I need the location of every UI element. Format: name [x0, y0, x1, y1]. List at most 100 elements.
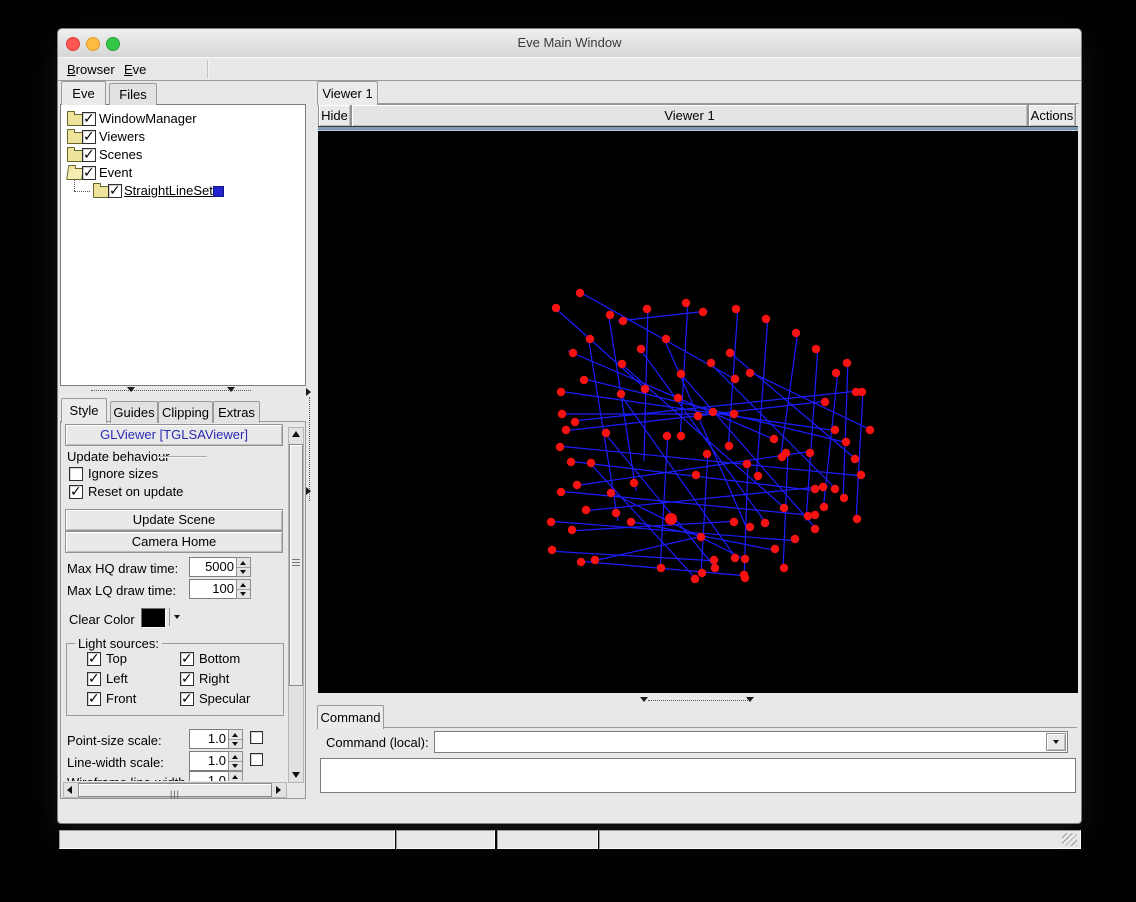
light-left-checkbox[interactable] — [87, 672, 101, 686]
line-width-spinner[interactable] — [228, 751, 243, 771]
folder-icon — [67, 150, 83, 162]
tree-checkbox[interactable] — [82, 130, 96, 144]
splitter-arrow-icon[interactable] — [127, 387, 135, 392]
max-hq-spinner[interactable] — [236, 557, 251, 577]
line-width-label: Line-width scale: — [67, 755, 164, 770]
spin-down-icon[interactable] — [229, 739, 242, 748]
tree-item-label[interactable]: Viewers — [99, 129, 145, 144]
reset-on-update-checkbox[interactable] — [69, 485, 83, 499]
scrollbar-thumb[interactable]: ||| — [78, 783, 272, 797]
light-top-checkbox[interactable] — [87, 652, 101, 666]
tab-command[interactable]: Command — [317, 705, 384, 729]
scroll-left-icon[interactable] — [67, 786, 72, 794]
wireframe-field[interactable]: 1.0 — [189, 771, 229, 781]
splitter-arrow-icon[interactable] — [227, 387, 235, 392]
camera-home-button[interactable]: Camera Home — [65, 531, 283, 553]
status-cell — [497, 830, 598, 849]
clear-color-swatch[interactable] — [141, 608, 166, 628]
line-width-field[interactable]: 1.0 — [189, 751, 229, 771]
max-hq-field[interactable]: 5000 — [189, 557, 237, 577]
tree-item-label[interactable]: WindowManager — [99, 111, 197, 126]
max-lq-spinner[interactable] — [236, 579, 251, 599]
max-lq-label: Max LQ draw time: — [67, 583, 176, 598]
tab-guides[interactable]: Guides — [110, 401, 158, 423]
tree-row-event[interactable]: Event — [61, 163, 305, 181]
menu-browser[interactable]: Browser — [63, 61, 119, 78]
tree-item-label[interactable]: Scenes — [99, 147, 142, 162]
actions-button[interactable]: Actions — [1028, 104, 1076, 127]
tree-item-label-selected[interactable]: StraightLineSet — [124, 183, 213, 198]
tab-extras[interactable]: Extras — [213, 401, 260, 423]
tree-row-viewers[interactable]: Viewers — [61, 127, 305, 145]
max-lq-field[interactable]: 100 — [189, 579, 237, 599]
divider — [317, 727, 1077, 728]
tree-row-scenes[interactable]: Scenes — [61, 145, 305, 163]
scroll-right-icon[interactable] — [276, 786, 281, 794]
clear-color-dropdown[interactable] — [169, 608, 184, 626]
spin-down-icon[interactable] — [237, 589, 250, 598]
splitter-arrow-icon[interactable] — [306, 487, 311, 495]
command-input[interactable] — [434, 731, 1068, 753]
divider — [157, 456, 207, 458]
tree-row-straightlineset[interactable]: StraightLineSet — [61, 181, 305, 199]
tree-checkbox[interactable] — [82, 166, 96, 180]
color-chip[interactable] — [213, 186, 224, 197]
light-specular-checkbox[interactable] — [180, 692, 194, 706]
tab-eve[interactable]: Eve — [61, 81, 106, 105]
scrollbar-thumb[interactable] — [289, 444, 303, 686]
light-right-checkbox[interactable] — [180, 672, 194, 686]
folder-icon — [67, 132, 83, 144]
menu-browser-accel: B — [67, 62, 76, 77]
tree-checkbox[interactable] — [82, 112, 96, 126]
light-front-checkbox[interactable] — [87, 692, 101, 706]
splitter-arrow-icon[interactable] — [746, 697, 754, 702]
splitter-handle[interactable] — [648, 700, 748, 701]
reset-on-update-label: Reset on update — [88, 484, 183, 499]
light-left-label: Left — [106, 671, 128, 686]
light-right-label: Right — [199, 671, 229, 686]
hide-button[interactable]: Hide — [318, 104, 351, 127]
style-editor-content: GLViewer [TGLSAViewer] Update behaviour … — [61, 422, 287, 781]
eve-tree-panel[interactable]: WindowManager Viewers Scenes Event Strai… — [60, 104, 306, 386]
tree-checkbox[interactable] — [108, 184, 122, 198]
menu-eve-label: ve — [133, 62, 147, 77]
tab-style[interactable]: Style — [61, 398, 107, 423]
resize-grip[interactable] — [1062, 833, 1077, 846]
menu-eve[interactable]: Eve — [120, 61, 150, 78]
scroll-up-icon[interactable] — [292, 431, 300, 437]
tab-viewer-1[interactable]: Viewer 1 — [317, 81, 378, 105]
line-width-checkbox[interactable] — [250, 753, 263, 766]
tab-clipping[interactable]: Clipping — [158, 401, 213, 423]
panel-splitter-handle[interactable] — [309, 397, 310, 501]
tree-checkbox[interactable] — [82, 148, 96, 162]
wireframe-spinner[interactable] — [228, 771, 243, 781]
spin-up-icon[interactable] — [229, 772, 242, 781]
window-title: Eve Main Window — [58, 35, 1081, 50]
viewer-title-bar[interactable]: Viewer 1 — [351, 104, 1028, 127]
style-editor-panel: GLViewer [TGLSAViewer] Update behaviour … — [60, 421, 306, 799]
gl-viewport[interactable] — [318, 131, 1078, 693]
editor-horizontal-scrollbar[interactable]: ||| — [63, 782, 287, 798]
tree-row-windowmanager[interactable]: WindowManager — [61, 109, 305, 127]
status-cell — [396, 830, 495, 849]
glviewer-header-button[interactable]: GLViewer [TGLSAViewer] — [65, 424, 283, 446]
title-bar[interactable]: Eve Main Window — [58, 29, 1081, 58]
tab-files[interactable]: Files — [109, 83, 157, 105]
update-scene-button[interactable]: Update Scene — [65, 509, 283, 531]
tree-item-label[interactable]: Event — [99, 165, 132, 180]
command-dropdown-button[interactable] — [1046, 733, 1066, 751]
status-cell — [599, 830, 1081, 849]
ignore-sizes-checkbox[interactable] — [69, 467, 83, 481]
spin-down-icon[interactable] — [237, 567, 250, 576]
splitter-arrow-icon[interactable] — [306, 388, 311, 396]
light-bottom-checkbox[interactable] — [180, 652, 194, 666]
light-front-label: Front — [106, 691, 136, 706]
spin-down-icon[interactable] — [229, 761, 242, 770]
point-size-checkbox[interactable] — [250, 731, 263, 744]
command-output[interactable] — [320, 758, 1076, 793]
splitter-arrow-icon[interactable] — [640, 697, 648, 702]
scroll-down-icon[interactable] — [292, 772, 300, 778]
point-size-field[interactable]: 1.0 — [189, 729, 229, 749]
point-size-spinner[interactable] — [228, 729, 243, 749]
editor-vertical-scrollbar[interactable] — [288, 427, 304, 783]
